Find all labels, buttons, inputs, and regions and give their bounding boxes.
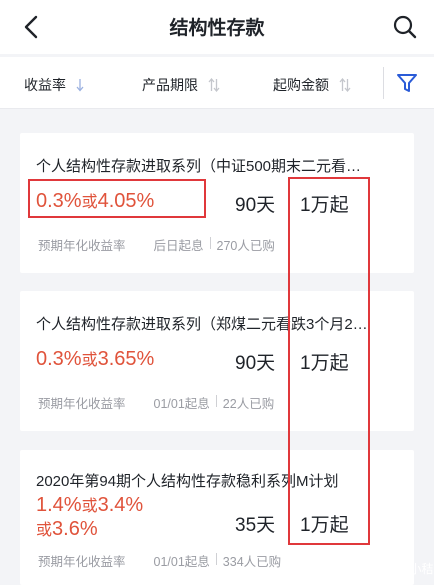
header-bar: 结构性存款 [0,0,434,54]
arrow-down-icon [76,79,84,92]
annotation-box-amount [288,177,370,545]
start-date: 后日起息 [153,239,204,253]
buyers-count: 270人已购 [216,239,275,253]
rate-label: 预期年化收益率 [38,397,126,411]
search-icon[interactable] [392,14,418,40]
buyers-count: 334人已购 [222,555,282,569]
expected-rate: 0.3%或3.65% [36,347,154,373]
product-title: 个人结构性存款进取系列（中证500期末二元看… [36,158,362,175]
rate-label: 预期年化收益率 [38,239,126,253]
filter-term[interactable]: 产品期限 [142,75,220,95]
watermark: 知乎 @小秸妹 [370,560,434,577]
funnel-filter-icon[interactable] [396,72,418,94]
product-meta: 预期年化收益率 后日起息 270人已购 [38,235,275,254]
watermark-text: 知乎 @小秸妹 [370,562,434,576]
product-term: 90天 [235,195,276,216]
annotation-box-rate [28,179,206,218]
expected-rate: 1.4%或3.4% [36,493,143,519]
rate-high: 3.65% [97,348,155,370]
rate-high: 3.4% [97,494,144,516]
rate-label: 预期年化收益率 [38,555,126,569]
rate-or: 或 [81,498,98,515]
product-term: 90天 [235,353,276,374]
expected-rate-line2: 或3.6% [36,517,98,543]
filter-yield-label: 收益率 [24,77,66,93]
rate-low: 1.4% [36,494,82,516]
rate-or: 或 [81,352,98,369]
filter-term-label: 产品期限 [142,77,198,93]
start-date: 01/01起息 [153,397,210,411]
filter-divider [383,67,384,99]
product-meta: 预期年化收益率 01/01起息 22人已购 [38,393,274,412]
sort-updown-icon [208,78,220,92]
rate-third: 3.6% [52,518,98,540]
product-meta: 预期年化收益率 01/01起息 334人已购 [38,551,281,570]
sort-updown-icon [339,78,351,92]
filter-min-amount-label: 起购金额 [273,77,329,93]
buyers-count: 22人已购 [222,397,275,411]
rate-or: 或 [36,522,53,539]
product-term: 35天 [235,515,276,536]
rate-low: 0.3% [36,348,82,370]
filter-yield[interactable]: 收益率 [24,75,84,95]
start-date: 01/01起息 [153,555,210,569]
page-title: 结构性存款 [169,18,265,39]
filter-bar: 收益率 产品期限 起购金额 [0,57,434,109]
filter-min-amount[interactable]: 起购金额 [273,75,351,95]
